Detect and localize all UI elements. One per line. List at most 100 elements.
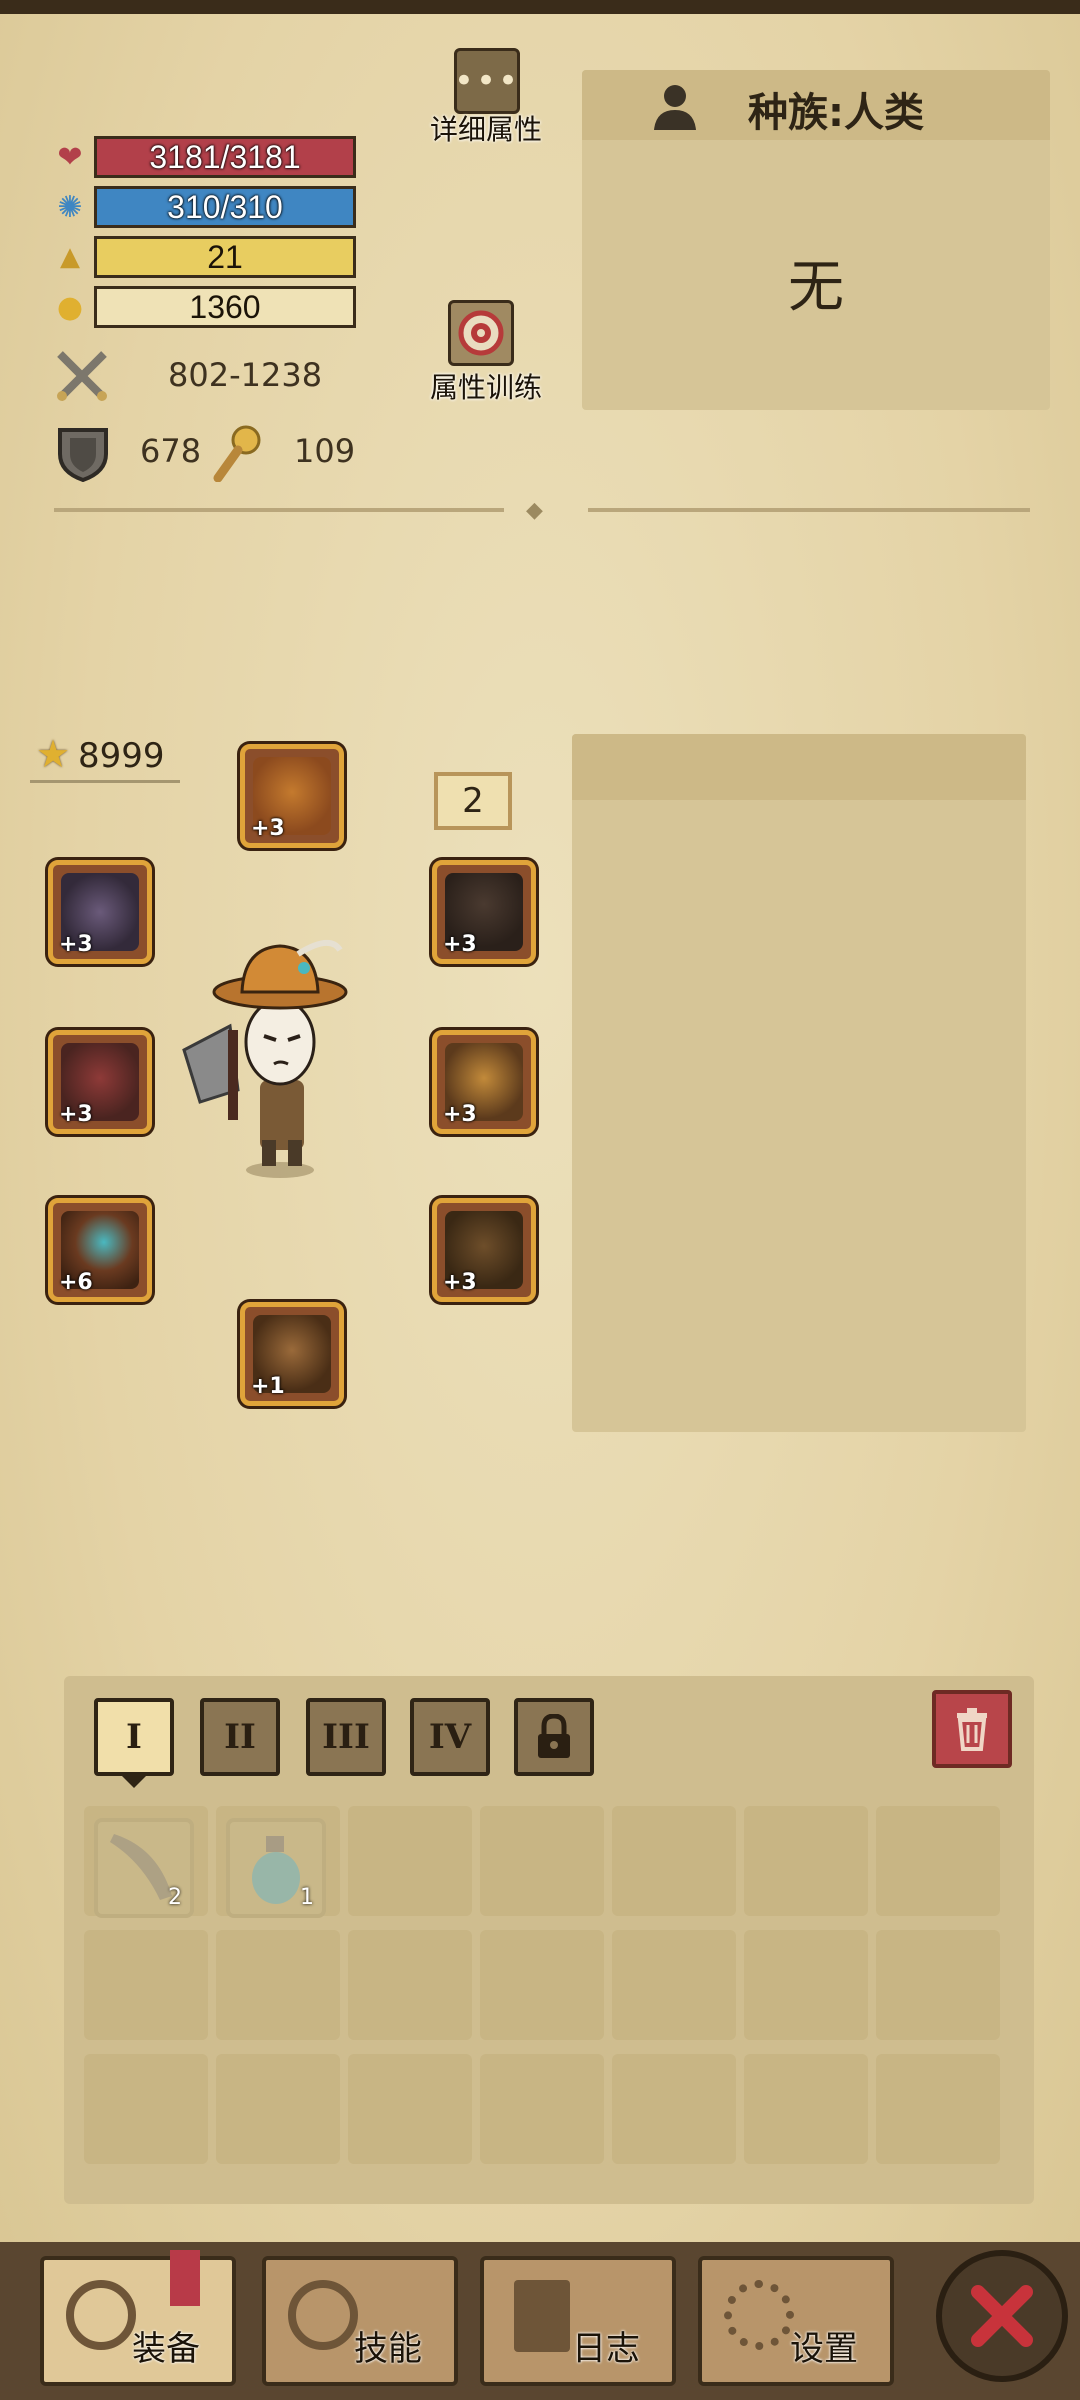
nav-equip-button[interactable]: 装备 xyxy=(40,2250,236,2386)
blade-count: 2 xyxy=(168,1885,182,1910)
mana-icon: ✺ xyxy=(57,189,83,225)
trash-button[interactable] xyxy=(932,1690,1012,1768)
detail-stats-button[interactable]: ••• xyxy=(454,48,520,114)
dots-icon: ••• xyxy=(453,61,521,101)
top-edge xyxy=(0,0,1080,14)
magic-staff-icon xyxy=(210,424,264,483)
bookmark-icon xyxy=(170,2250,200,2306)
inventory-cell[interactable] xyxy=(876,1930,1000,2040)
nav-log-button[interactable]: 日志 xyxy=(480,2256,676,2386)
attack-value: 802-1238 xyxy=(168,356,323,394)
necklace-level: +3 xyxy=(443,932,477,957)
nav-settings-button[interactable]: 设置 xyxy=(698,2256,894,2386)
inventory-item-potion[interactable]: 1 xyxy=(226,1818,326,1918)
armor-level: +3 xyxy=(443,1102,477,1127)
inventory-item-blade[interactable]: 2 xyxy=(94,1818,194,1918)
mp-row: ✺ 310/310 xyxy=(52,184,356,230)
level-row: ▲ 21 xyxy=(52,234,356,280)
inventory-cell[interactable] xyxy=(612,1806,736,1916)
defense-value: 678 xyxy=(140,432,202,470)
shield-slot[interactable]: +3 xyxy=(48,860,152,964)
mp-bar: 310/310 xyxy=(94,186,356,228)
tab-active-indicator xyxy=(120,1774,148,1788)
hp-row: ❤ 3181/3181 xyxy=(52,134,356,180)
inventory-cell[interactable] xyxy=(480,1930,604,2040)
inventory-cell[interactable] xyxy=(744,1930,868,2040)
inventory-cell[interactable] xyxy=(84,1930,208,2040)
section-divider-right xyxy=(588,508,1030,512)
magic-value: 109 xyxy=(294,432,356,470)
boots-slot[interactable]: +1 xyxy=(240,1302,344,1406)
inventory-cell[interactable] xyxy=(348,1806,472,1916)
attribute-training-label: 属性训练 xyxy=(430,371,543,404)
inventory-cell[interactable] xyxy=(216,1930,340,2040)
inventory-cell[interactable] xyxy=(348,1930,472,2040)
person-icon xyxy=(652,82,698,132)
inventory-cell[interactable] xyxy=(744,1806,868,1916)
section-divider-left xyxy=(54,508,504,512)
divider-ornament: ◆ xyxy=(526,498,543,523)
inventory-cell[interactable] xyxy=(612,2054,736,2164)
close-button[interactable] xyxy=(936,2250,1068,2382)
pants-slot[interactable]: +3 xyxy=(432,1198,536,1302)
tab-locked[interactable] xyxy=(514,1698,594,1776)
race-panel: 种族:人类 无 xyxy=(582,70,1050,410)
inventory-cell[interactable] xyxy=(612,1930,736,2040)
gear-icon xyxy=(724,2280,794,2350)
ring-level: +6 xyxy=(59,1270,93,1295)
hp-bar: 3181/3181 xyxy=(94,136,356,178)
race-label: 种族:人类 xyxy=(748,90,924,136)
tab-3[interactable]: III xyxy=(306,1698,386,1776)
inventory-cell[interactable] xyxy=(84,2054,208,2164)
item-detail-panel xyxy=(572,734,1026,1432)
skills-emblem-icon xyxy=(288,2280,358,2350)
close-icon xyxy=(971,2285,1033,2347)
inventory-cell[interactable] xyxy=(480,1806,604,1916)
tab-4[interactable]: IV xyxy=(410,1698,490,1776)
race-value: 无 xyxy=(788,255,844,320)
crossed-swords-icon xyxy=(54,348,110,404)
gold-coins-icon: ● xyxy=(56,289,84,325)
inventory-cell[interactable] xyxy=(216,2054,340,2164)
shield-icon xyxy=(56,424,110,483)
boots-level: +1 xyxy=(251,1374,285,1399)
detail-stats-label: 详细属性 xyxy=(430,113,543,146)
inventory-cell[interactable] xyxy=(480,2054,604,2164)
inventory-cell[interactable] xyxy=(744,2054,868,2164)
set-badge[interactable]: 2 xyxy=(434,772,512,830)
level-triangle-icon: ▲ xyxy=(60,242,80,272)
level-bar: 21 xyxy=(94,236,356,278)
ring-slot[interactable]: +6 xyxy=(48,1198,152,1302)
hat-slot[interactable]: +3 xyxy=(240,744,344,848)
nav-equip-label: 装备 xyxy=(132,2329,200,2369)
pants-level: +3 xyxy=(443,1270,477,1295)
shield-level: +3 xyxy=(59,932,93,957)
gold-row: ● 1360 xyxy=(52,284,356,330)
character-avatar xyxy=(180,930,370,1180)
nav-log-label: 日志 xyxy=(572,2329,640,2369)
armor-slot[interactable]: +3 xyxy=(432,1030,536,1134)
axe-emblem-icon xyxy=(66,2280,136,2350)
star-icon: ★ xyxy=(36,732,71,776)
necklace-slot[interactable]: +3 xyxy=(432,860,536,964)
rating-line xyxy=(30,780,180,783)
journal-icon xyxy=(514,2280,570,2352)
target-icon xyxy=(458,310,504,356)
heart-icon: ❤ xyxy=(57,139,83,175)
weapon-slot[interactable]: +3 xyxy=(48,1030,152,1134)
trash-icon xyxy=(957,1708,987,1751)
inventory-cell[interactable] xyxy=(876,1806,1000,1916)
lock-icon xyxy=(538,1714,570,1758)
tab-2[interactable]: II xyxy=(200,1698,280,1776)
nav-skills-label: 技能 xyxy=(354,2329,422,2369)
attribute-training-button[interactable] xyxy=(448,300,514,366)
inventory-cell[interactable] xyxy=(876,2054,1000,2164)
nav-settings-label: 设置 xyxy=(790,2329,858,2369)
weapon-level: +3 xyxy=(59,1102,93,1127)
inventory-cell[interactable] xyxy=(348,2054,472,2164)
gold-bar: 1360 xyxy=(94,286,356,328)
star-rating: 8999 xyxy=(78,736,165,776)
tab-1[interactable]: I xyxy=(94,1698,174,1776)
nav-skills-button[interactable]: 技能 xyxy=(262,2256,458,2386)
hat-level: +3 xyxy=(251,816,285,841)
